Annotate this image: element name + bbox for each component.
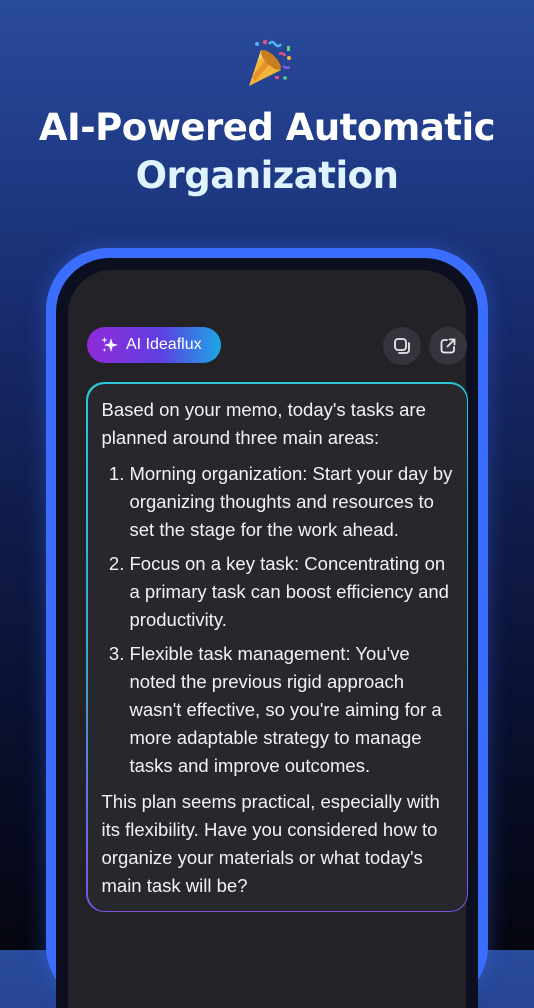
ai-assistant-badge[interactable]: AI Ideaflux: [87, 327, 221, 363]
external-link-icon: [440, 338, 456, 354]
chat-screen: AI Ideaflux Based on your memo, today's …: [68, 270, 468, 1008]
ai-badge-label: AI Ideaflux: [126, 336, 202, 353]
page-headline: AI-Powered Automatic Organization: [0, 104, 534, 200]
phone-frame: AI Ideaflux Based on your memo, today's …: [46, 248, 488, 1008]
response-intro: Based on your memo, today's tasks are pl…: [101, 398, 426, 448]
list-item: Morning organization: Start your day by …: [130, 460, 453, 544]
party-popper-icon: [0, 36, 534, 92]
share-button[interactable]: [429, 327, 467, 365]
copy-icon: [394, 338, 410, 354]
list-item: Focus on a key task: Concentrating on a …: [130, 550, 453, 634]
response-list: Morning organization: Start your day by …: [102, 460, 453, 780]
headline-line-2: Organization: [135, 154, 399, 197]
sparkles-icon: [101, 337, 118, 352]
response-outro: This plan seems practical, especially wi…: [101, 790, 440, 896]
phone-bezel: AI Ideaflux Based on your memo, today's …: [56, 258, 478, 1008]
ai-response-body: Based on your memo, today's tasks are pl…: [87, 383, 467, 911]
copy-button[interactable]: [383, 327, 421, 365]
ai-response-card: Based on your memo, today's tasks are pl…: [86, 382, 468, 912]
headline-line-1: AI-Powered Automatic: [38, 106, 496, 149]
list-item: Flexible task management: You've noted t…: [130, 640, 453, 780]
